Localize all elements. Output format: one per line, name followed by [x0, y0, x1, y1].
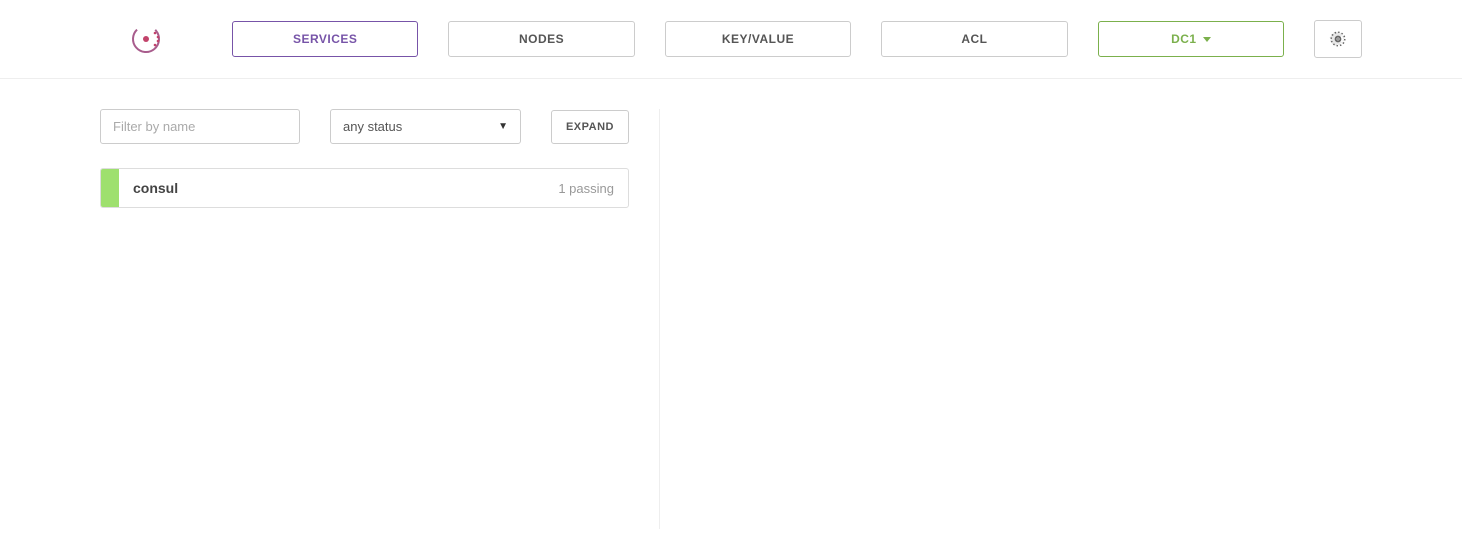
- services-pane: any status ▼ EXPAND consul 1 passing: [100, 109, 660, 529]
- chevron-down-icon: ▼: [498, 121, 508, 132]
- tab-nodes[interactable]: NODES: [448, 21, 634, 57]
- tab-services[interactable]: SERVICES: [232, 21, 418, 57]
- settings-button[interactable]: [1314, 20, 1362, 58]
- tab-key-value[interactable]: KEY/VALUE: [665, 21, 851, 57]
- gear-icon: [1329, 30, 1347, 48]
- top-nav-bar: SERVICES NODES KEY/VALUE ACL DC1: [0, 0, 1462, 79]
- status-indicator: [101, 169, 119, 207]
- filter-row: any status ▼ EXPAND: [100, 109, 629, 144]
- status-filter-value: any status: [343, 119, 402, 134]
- nav-tabs: SERVICES NODES KEY/VALUE ACL DC1: [232, 21, 1284, 57]
- service-row[interactable]: consul 1 passing: [100, 168, 629, 208]
- consul-logo: [130, 23, 162, 55]
- expand-button[interactable]: EXPAND: [551, 110, 629, 144]
- service-name: consul: [119, 180, 558, 196]
- filter-name-input[interactable]: [100, 109, 300, 144]
- service-status-text: 1 passing: [558, 181, 628, 196]
- datacenter-selector[interactable]: DC1: [1098, 21, 1284, 57]
- status-filter-select[interactable]: any status ▼: [330, 109, 521, 144]
- main-content: any status ▼ EXPAND consul 1 passing: [0, 79, 1462, 529]
- tab-acl[interactable]: ACL: [881, 21, 1067, 57]
- datacenter-label: DC1: [1171, 32, 1197, 46]
- caret-down-icon: [1203, 37, 1211, 42]
